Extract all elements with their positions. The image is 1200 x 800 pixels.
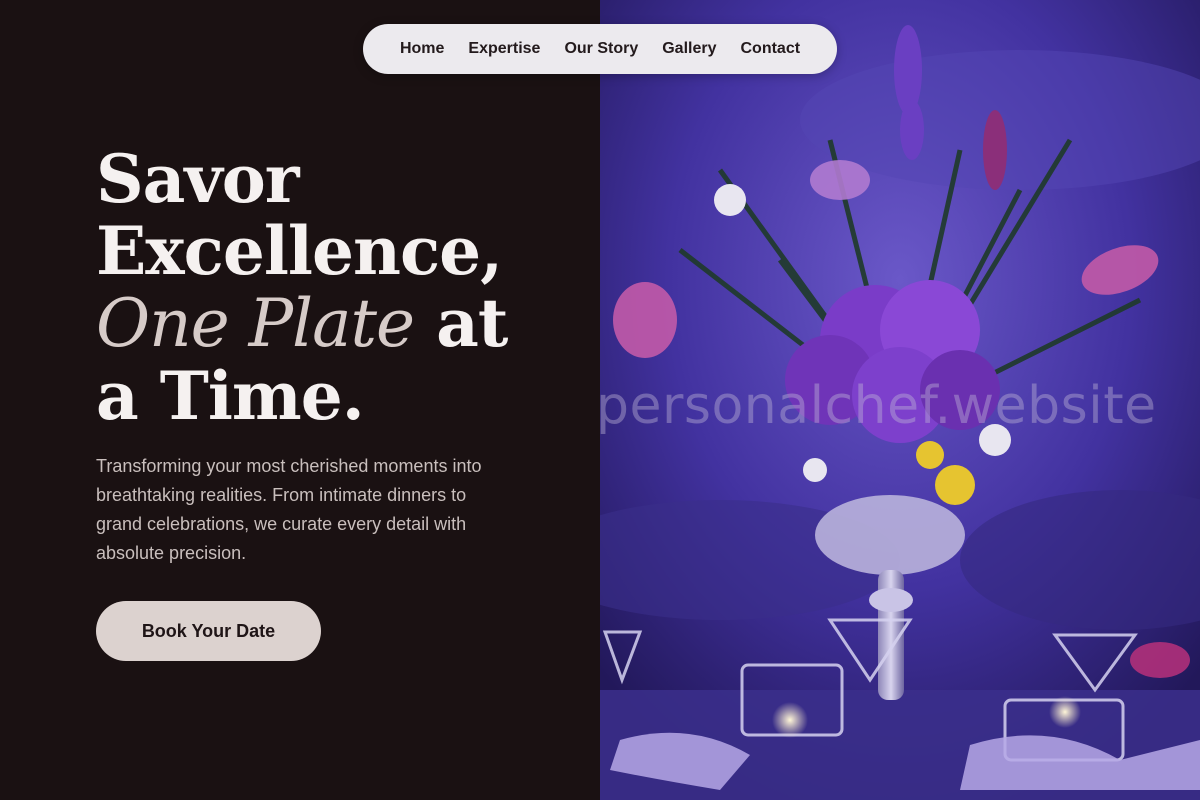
nav-link-expertise[interactable]: Expertise <box>468 40 540 58</box>
nav-link-home[interactable]: Home <box>400 40 444 58</box>
headline-accent: One Plate <box>96 285 415 362</box>
landing-page: personalchef.website Home Expertise Our … <box>0 0 1200 800</box>
headline-line-4: a Time. <box>96 357 365 435</box>
nav-link-gallery[interactable]: Gallery <box>662 40 716 58</box>
book-your-date-button[interactable]: Book Your Date <box>96 601 321 661</box>
headline-line-2: Excellence, <box>96 212 503 290</box>
floral-centerpiece-image <box>600 0 1200 800</box>
hero-description: Transforming your most cherished moments… <box>96 456 482 563</box>
main-navigation: Home Expertise Our Story Gallery Contact <box>363 24 837 74</box>
nav-link-contact[interactable]: Contact <box>741 40 801 58</box>
headline-line-3: One Plate at <box>96 284 508 362</box>
headline-line-3-rest: at <box>414 284 508 362</box>
nav-link-our-story[interactable]: Our Story <box>564 40 638 58</box>
hero-headline: Savor Excellence, One Plate at a Time. <box>96 140 508 435</box>
headline-line-1: Savor <box>96 140 300 218</box>
hero-photo: personalchef.website <box>600 0 1200 800</box>
